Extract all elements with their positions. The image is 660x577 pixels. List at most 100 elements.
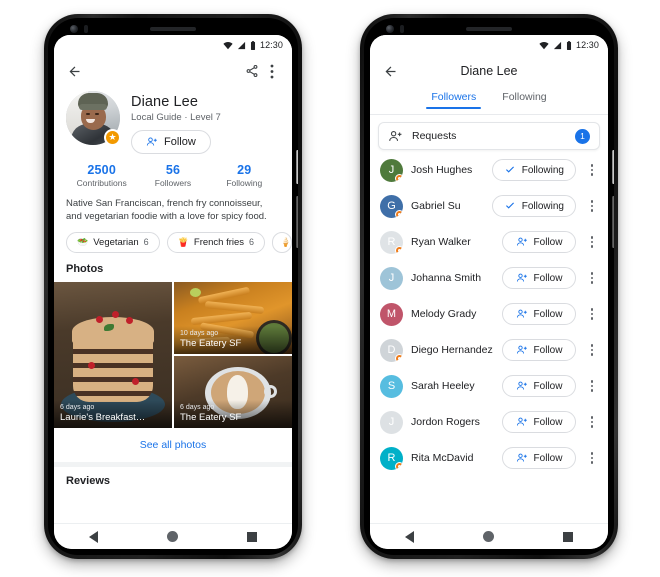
photo-tile-fries[interactable]: 10 days ago The Eatery SF <box>174 281 292 354</box>
overflow-menu-icon[interactable] <box>584 236 600 248</box>
follower-row[interactable]: D Diego Hernandez Follow <box>370 332 608 368</box>
follower-row[interactable]: J Johanna Smith Follow <box>370 260 608 296</box>
local-guide-badge-icon <box>395 245 403 254</box>
nav-back-icon[interactable] <box>88 530 98 543</box>
avatar[interactable]: S <box>380 374 403 398</box>
overflow-menu-icon[interactable] <box>584 308 600 320</box>
overflow-menu-icon[interactable] <box>584 452 600 464</box>
stat-caption: Following <box>226 178 263 188</box>
overflow-menu-icon[interactable] <box>584 200 600 212</box>
see-all-photos-link[interactable]: See all photos <box>54 427 292 462</box>
following-button[interactable]: Following <box>491 159 576 181</box>
phone-left-bezel: 12:30 ★ Diane Lee Local Guide · Level 7 … <box>48 18 298 555</box>
follow-button[interactable]: Follow <box>502 411 576 433</box>
following-button[interactable]: Following <box>491 195 576 217</box>
follow-button[interactable]: Follow <box>502 375 576 397</box>
overflow-menu-icon[interactable] <box>584 164 600 176</box>
photo-grid: 6 days ago Laurie's Breakfast… 10 days a… <box>54 281 292 428</box>
power-button[interactable] <box>612 150 614 184</box>
chip-label: French fries <box>193 236 245 248</box>
check-icon <box>505 166 514 173</box>
follower-row[interactable]: M Melody Grady Follow <box>370 296 608 332</box>
action-label: Follow <box>533 308 563 320</box>
avatar[interactable]: ★ <box>66 91 121 146</box>
stat-following[interactable]: 29 Following <box>209 163 280 188</box>
avatar[interactable]: J <box>380 266 403 290</box>
follow-button[interactable]: Follow <box>502 447 576 469</box>
follower-row[interactable]: R Ryan Walker Follow <box>370 224 608 260</box>
photo-caption: 6 days ago The Eatery SF <box>174 399 292 428</box>
volume-button[interactable] <box>612 196 614 248</box>
screenshot-stage: 12:30 ★ Diane Lee Local Guide · Level 7 … <box>0 0 660 577</box>
stat-caption: Followers <box>154 178 192 188</box>
stat-followers[interactable]: 56 Followers <box>137 163 208 188</box>
photo-column-right: 10 days ago The Eatery SF 6 days ago The… <box>174 281 292 428</box>
nav-home-icon[interactable] <box>482 531 494 542</box>
follower-row[interactable]: J Josh Hughes Following <box>370 152 608 188</box>
follower-row[interactable]: J Jordon Rogers Follow <box>370 404 608 440</box>
fries-icon: 🍟 <box>177 236 189 247</box>
overflow-menu-icon[interactable] <box>262 61 282 81</box>
avatar[interactable]: R <box>380 446 403 470</box>
follower-row[interactable]: R Rita McDavid Follow <box>370 440 608 476</box>
follow-button[interactable]: Follow <box>502 339 576 361</box>
nav-recents-icon[interactable] <box>247 531 258 542</box>
back-arrow-icon[interactable] <box>64 61 84 81</box>
local-guide-badge-icon <box>395 353 403 362</box>
nav-back-icon[interactable] <box>404 530 414 543</box>
tab-followers[interactable]: Followers <box>426 91 482 109</box>
stat-value: 56 <box>165 163 181 177</box>
follower-row[interactable]: G Gabriel Su Following <box>370 188 608 224</box>
avatar[interactable]: R <box>380 230 403 254</box>
stat-value: 29 <box>237 163 252 177</box>
stat-contributions[interactable]: 2500 Contributions <box>66 163 137 188</box>
overflow-menu-icon[interactable] <box>584 416 600 428</box>
follower-row[interactable]: S Sarah Heeley Follow <box>370 368 608 404</box>
back-arrow-icon[interactable] <box>380 61 400 81</box>
earpiece-speaker <box>150 27 196 31</box>
followers-list: J Josh Hughes Following G Gabriel Su Followin… <box>370 150 608 476</box>
chip-vegetarian[interactable]: 🥗 Vegetarian 6 <box>66 231 160 253</box>
overflow-menu-icon[interactable] <box>584 272 600 284</box>
photo-date: 6 days ago <box>60 403 95 411</box>
overflow-menu-icon[interactable] <box>584 344 600 356</box>
photo-tile-large[interactable]: 6 days ago Laurie's Breakfast… <box>54 281 172 428</box>
action-label: Follow <box>533 452 563 464</box>
power-button[interactable] <box>296 150 298 184</box>
action-label: Follow <box>533 236 563 248</box>
requests-row[interactable]: Requests 1 <box>378 122 600 150</box>
avatar[interactable]: G <box>380 194 403 218</box>
nav-home-icon[interactable] <box>166 531 178 542</box>
person-add-icon <box>516 237 527 246</box>
follower-name: Gabriel Su <box>411 200 461 212</box>
share-icon[interactable] <box>242 61 262 81</box>
chip-partial[interactable]: 🍦 <box>272 231 292 253</box>
follow-button[interactable]: Follow <box>502 303 576 325</box>
avatar[interactable]: M <box>380 302 403 326</box>
stat-value: 2500 <box>87 163 116 177</box>
nav-recents-icon[interactable] <box>563 531 574 542</box>
volume-button[interactable] <box>296 196 298 248</box>
profile-header: ★ Diane Lee Local Guide · Level 7 Follow <box>54 87 292 154</box>
follow-button[interactable]: Follow <box>502 231 576 253</box>
follower-name: Rita McDavid <box>411 452 474 464</box>
local-guide-badge-icon <box>395 173 403 182</box>
person-add-icon <box>516 309 527 318</box>
tab-following[interactable]: Following <box>502 91 546 109</box>
left-nav-bar <box>54 523 292 549</box>
person-add-icon <box>516 345 527 354</box>
photo-date: 10 days ago <box>180 329 219 337</box>
left-scroll-area[interactable]: ★ Diane Lee Local Guide · Level 7 Follow… <box>54 87 292 523</box>
follower-name: Johanna Smith <box>411 272 482 284</box>
left-screen: 12:30 ★ Diane Lee Local Guide · Level 7 … <box>54 35 292 549</box>
avatar[interactable]: J <box>380 410 403 434</box>
avatar[interactable]: J <box>380 158 403 182</box>
follow-button[interactable]: Follow <box>131 130 211 154</box>
avatar[interactable]: D <box>380 338 403 362</box>
follower-name: Jordon Rogers <box>411 416 480 428</box>
follow-button[interactable]: Follow <box>502 267 576 289</box>
tabs-divider <box>370 114 608 115</box>
photo-tile-latte[interactable]: 6 days ago The Eatery SF <box>174 355 292 428</box>
overflow-menu-icon[interactable] <box>584 380 600 392</box>
chip-french-fries[interactable]: 🍟 French fries 6 <box>166 231 266 253</box>
